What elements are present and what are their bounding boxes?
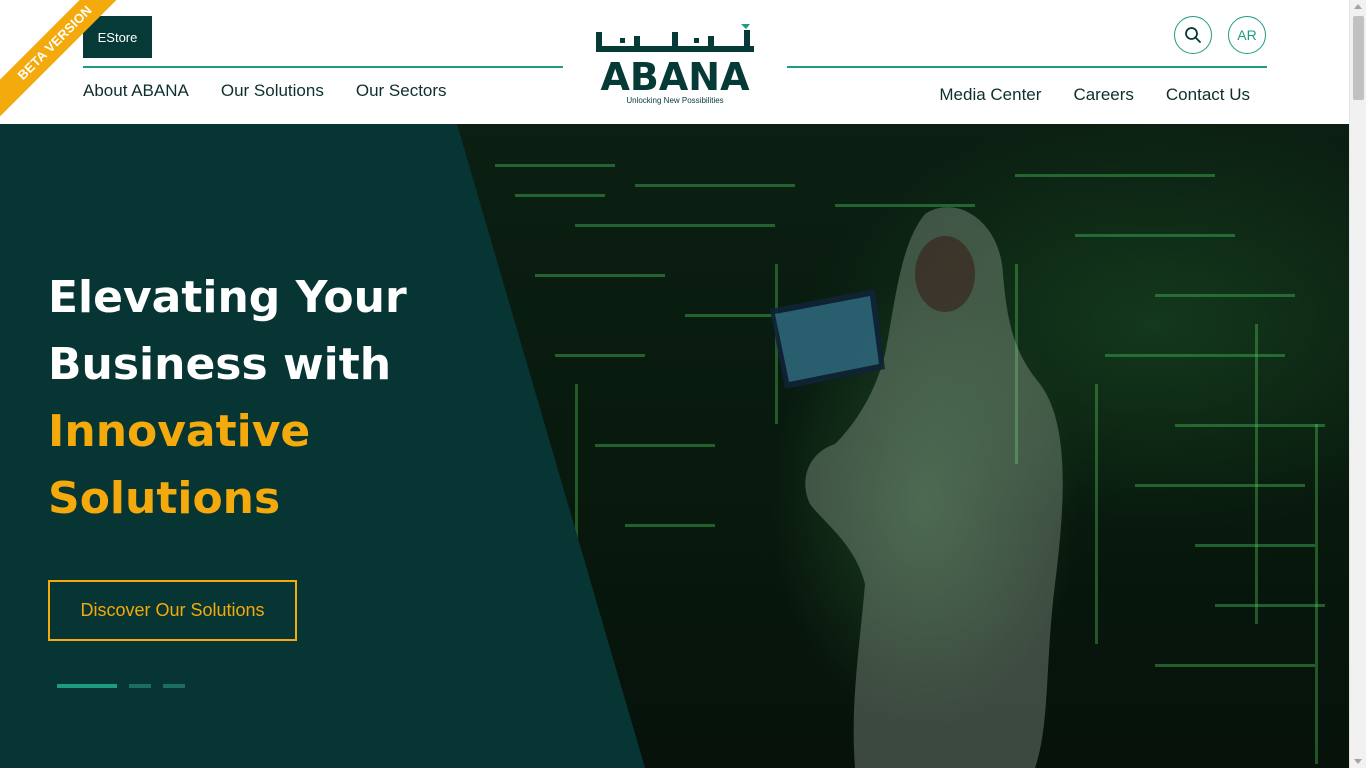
scroll-up-arrow-icon[interactable] [1354,4,1362,9]
nav-solutions[interactable]: Our Solutions [221,81,324,101]
slide-dot-3[interactable] [163,684,185,688]
nav-careers[interactable]: Careers [1073,85,1133,105]
scroll-thumb[interactable] [1353,16,1364,100]
hero-headline-line1: Elevating Your [48,272,407,323]
language-switch-button[interactable]: AR [1228,16,1266,54]
header-divider-right [787,66,1267,68]
hero-headline-line3: Innovative [48,406,311,457]
header-divider-left [83,66,563,68]
hero-headline: Elevating Your Business with Innovative … [48,264,468,532]
hero-headline-line4: Solutions [48,473,281,524]
site-logo[interactable]: ABANA Unlocking New Possibilities [594,24,756,108]
primary-nav-left: About ABANA Our Solutions Our Sectors [83,81,447,101]
slider-pagination [57,684,185,688]
site-header: BETA VERSION EStore About ABANA Our Solu… [0,0,1349,124]
nav-sectors[interactable]: Our Sectors [356,81,447,101]
slide-dot-2[interactable] [129,684,151,688]
scroll-down-arrow-icon[interactable] [1354,759,1362,764]
page: BETA VERSION EStore About ABANA Our Solu… [0,0,1366,768]
hero-headline-line2: Business with [48,339,392,390]
presenter-figure [770,207,1063,768]
estore-button[interactable]: EStore [83,16,152,58]
page-scrollbar[interactable] [1349,0,1366,768]
logo-arabic-mark [596,24,754,52]
hero-slider: Elevating Your Business with Innovative … [0,124,1349,768]
nav-media-center[interactable]: Media Center [939,85,1041,105]
logo-wordmark: ABANA [600,55,750,99]
search-icon [1185,27,1201,43]
primary-nav-right: Media Center Careers Contact Us [939,85,1250,105]
search-button[interactable] [1174,16,1212,54]
nav-contact[interactable]: Contact Us [1166,85,1250,105]
nav-about[interactable]: About ABANA [83,81,189,101]
discover-solutions-button[interactable]: Discover Our Solutions [48,580,297,641]
logo-tagline: Unlocking New Possibilities [626,96,724,105]
slide-dot-1[interactable] [57,684,117,688]
